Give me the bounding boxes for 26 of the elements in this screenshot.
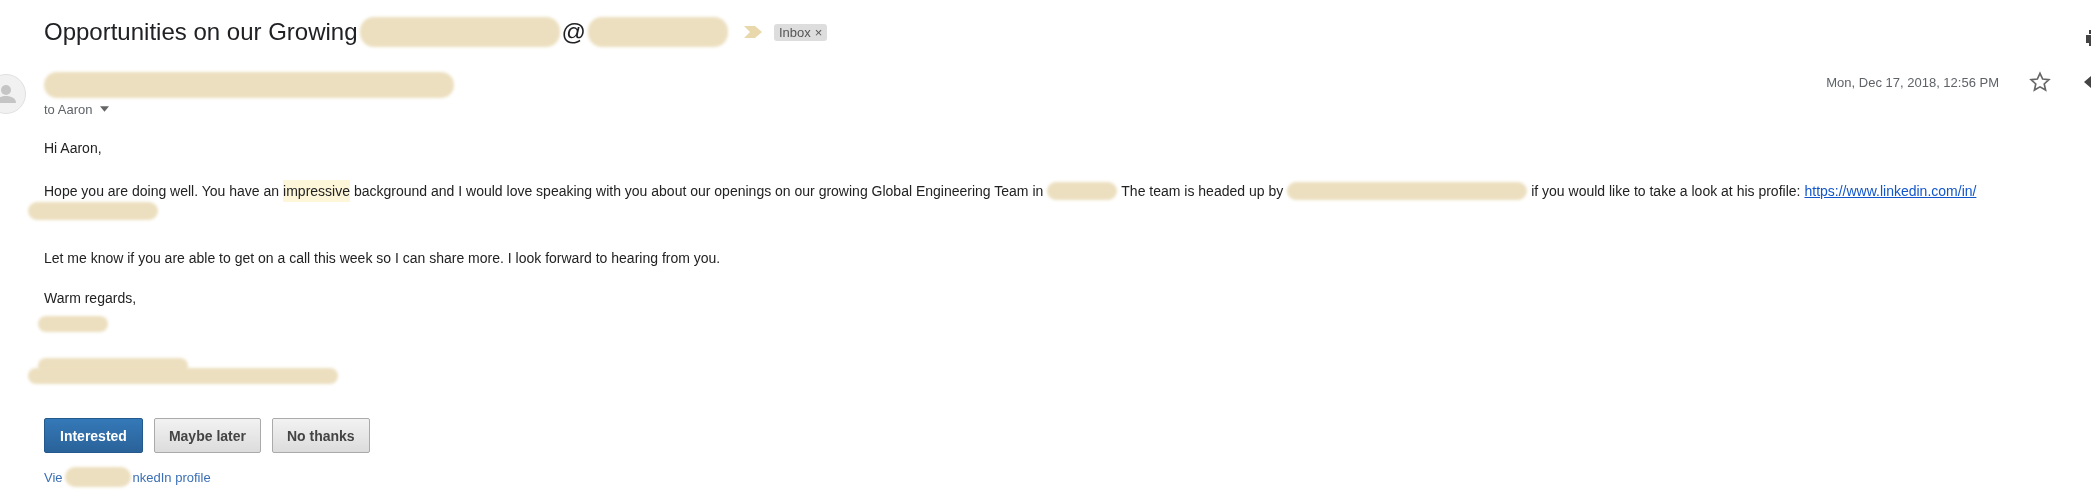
redaction-mark [1047,182,1118,200]
star-icon[interactable] [2029,71,2051,93]
subject-text: Opportunities on our Growing [44,18,358,46]
subject-text: @ [561,18,586,46]
redaction-mark [64,467,131,487]
greeting-text: Hi Aaron, [44,139,103,158]
reply-button[interactable]: Interested [44,418,143,453]
body-text: Hope you are doing well. You have an [44,182,280,201]
caret-icon [100,106,110,112]
profile-link[interactable]: nkedIn profile [132,469,211,485]
signoff-text: Warm regards, [44,289,138,308]
body-text: background and I would love speaking with you about our openings on our growing Global Engineering Team in [354,182,1044,201]
body-text: if you would like to take a look at his profile: [1531,182,1801,201]
highlighted-word: impressive [283,180,350,202]
profile-link[interactable]: Vie [44,469,63,485]
remove-label-button[interactable]: × [814,24,823,40]
reply-button[interactable]: No thanks [271,418,370,453]
redaction-mark [38,316,108,332]
body-text: Let me know if you are able to get on a call this week so I can share more. I look forward to hearing from you. [44,249,722,268]
recipient-dropdown[interactable]: to Aaron [44,101,1827,117]
reply-button[interactable]: Maybe later [153,418,261,453]
profile-link[interactable]: https://www.linkedin.com/in/ [1804,180,1977,202]
label-text: Inbox [778,24,811,40]
importance-marker-icon[interactable] [743,26,762,38]
body-text: The team is headed up by [1121,182,1284,201]
message-date: Mon, Dec 17, 2018, 12:56 PM [1826,74,1999,90]
